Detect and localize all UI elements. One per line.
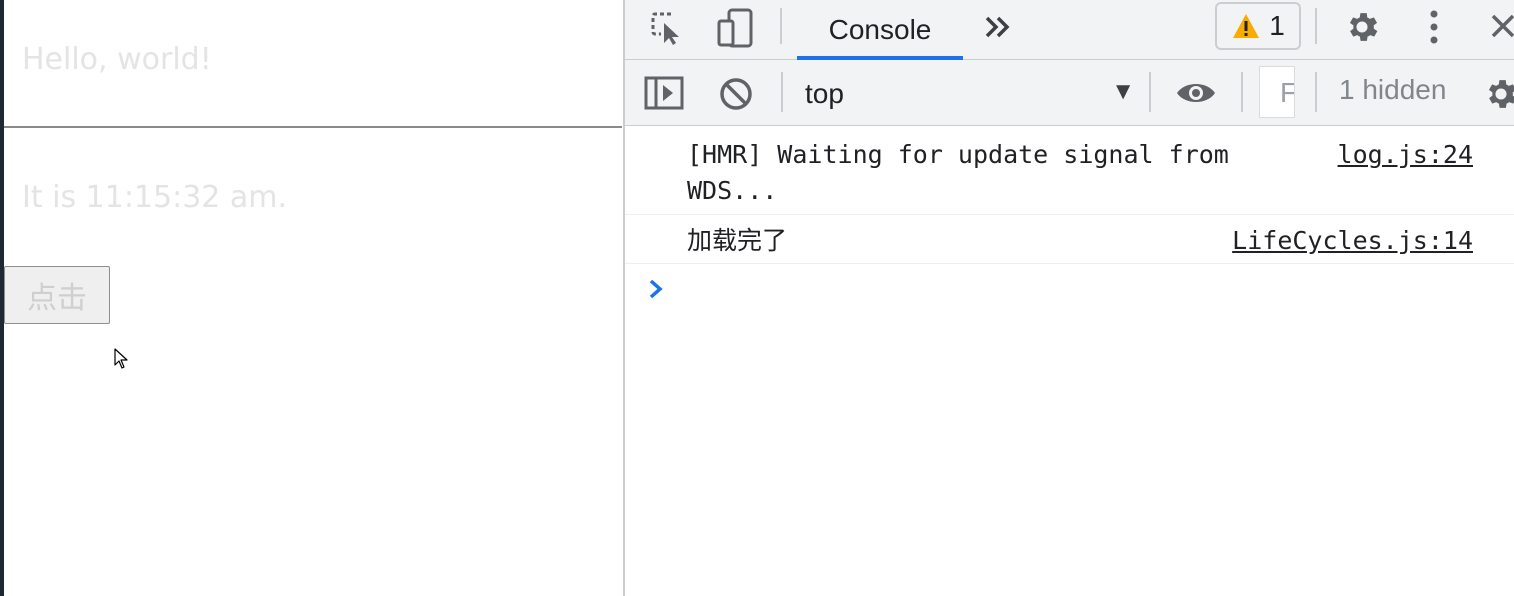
tab-console-label: Console (828, 14, 932, 45)
more-tabs-icon[interactable] (981, 10, 1015, 44)
console-message-source-link[interactable]: log.js:24 (1338, 137, 1473, 173)
warnings-badge[interactable]: 1 (1215, 2, 1301, 50)
console-message-text: [HMR] Waiting for update signal from WDS… (687, 140, 1244, 205)
settings-gear-icon[interactable] (1341, 6, 1383, 48)
kebab-menu-icon[interactable] (1419, 6, 1449, 48)
filter-input[interactable]: Filter (1259, 66, 1295, 118)
devtools-panel: Console 1 top ▼ 1 hidden [HMR] Waiting f… (623, 0, 1514, 596)
page-viewport: Hello, world! It is 11:15:32 am. 点击 (0, 0, 624, 596)
prompt-chevron-icon[interactable] (645, 274, 669, 304)
toolbar-separator (781, 72, 783, 112)
click-button[interactable]: 点击 (4, 266, 110, 324)
dropdown-arrow-icon: ▼ (1111, 78, 1135, 105)
console-message-source-link[interactable]: LifeCycles.js:14 (1232, 223, 1473, 259)
mouse-cursor-icon (114, 348, 128, 369)
close-icon[interactable] (1485, 8, 1514, 44)
inspect-element-icon[interactable] (647, 8, 687, 48)
console-message: [HMR] Waiting for update signal from WDS… (625, 126, 1514, 215)
toolbar-separator (1315, 72, 1317, 112)
console-settings-icon[interactable] (1481, 74, 1514, 114)
clock-text: It is 11:15:32 am. (22, 180, 288, 215)
greeting-text: Hello, world! (22, 42, 212, 77)
console-message-text: 加载完了 (687, 226, 788, 255)
toolbar-separator (780, 8, 782, 44)
toolbar-separator (1149, 72, 1151, 112)
warning-icon (1233, 14, 1260, 38)
sidebar-toggle-icon[interactable] (643, 74, 685, 112)
divider (4, 126, 622, 128)
toolbar-separator (1315, 8, 1317, 44)
device-toolbar-icon[interactable] (713, 6, 757, 50)
console-message: 加载完了 LifeCycles.js:14 (625, 215, 1514, 264)
live-expression-eye-icon[interactable] (1171, 74, 1221, 112)
clear-console-icon[interactable] (717, 75, 755, 113)
toolbar-separator (1241, 72, 1243, 112)
context-value: top (805, 78, 844, 109)
context-selector[interactable]: top ▼ (805, 74, 1135, 114)
warnings-count: 1 (1269, 10, 1285, 41)
tab-console[interactable]: Console (797, 0, 963, 60)
devtools-tabbar: Console 1 (625, 0, 1514, 60)
console-toolbar: top ▼ Filter 1 hidden (625, 60, 1514, 126)
hidden-messages-count[interactable]: 1 hidden (1339, 74, 1446, 106)
